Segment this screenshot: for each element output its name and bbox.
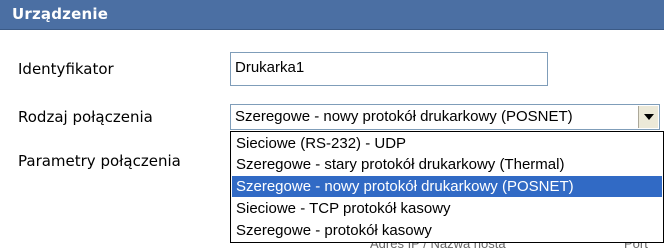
connection-type-dropdown-list[interactable]: Sieciowe (RS-232) - UDP Szeregowe - star… bbox=[230, 131, 664, 243]
dropdown-option[interactable]: Szeregowe - protokół kasowy bbox=[232, 220, 662, 241]
panel-header: Urządzenie bbox=[0, 0, 664, 30]
panel-title: Urządzenie bbox=[12, 5, 109, 23]
connection-type-label: Rodzaj połączenia bbox=[18, 108, 153, 126]
connection-type-select[interactable]: Szeregowe - nowy protokół drukarkowy (PO… bbox=[230, 104, 660, 130]
identifier-label: Identyfikator bbox=[18, 60, 114, 78]
dropdown-option-selected[interactable]: Szeregowe - nowy protokół drukarkowy (PO… bbox=[232, 176, 662, 197]
dropdown-option-label: Szeregowe - nowy protokół drukarkowy (PO… bbox=[236, 178, 574, 195]
identifier-input[interactable]: Drukarka1 bbox=[230, 52, 548, 86]
device-panel: Urządzenie Identyfikator Drukarka1 Rodza… bbox=[0, 0, 664, 251]
dropdown-toggle-button[interactable] bbox=[638, 106, 658, 128]
dropdown-option-label: Sieciowe - TCP protokół kasowy bbox=[236, 200, 451, 217]
identifier-input-value: Drukarka1 bbox=[235, 59, 305, 76]
dropdown-option[interactable]: Sieciowe - TCP protokół kasowy bbox=[232, 198, 662, 219]
chevron-down-icon bbox=[643, 114, 654, 120]
dropdown-option-label: Szeregowe - protokół kasowy bbox=[236, 222, 432, 239]
connection-type-value: Szeregowe - nowy protokół drukarkowy (PO… bbox=[235, 108, 573, 125]
dropdown-option[interactable]: Sieciowe (RS-232) - UDP bbox=[232, 133, 662, 154]
connection-params-label: Parametry połączenia bbox=[18, 152, 181, 170]
dropdown-option-label: Sieciowe (RS-232) - UDP bbox=[236, 135, 407, 152]
dropdown-option-label: Szeregowe - stary protokół drukarkowy (T… bbox=[236, 156, 565, 173]
dropdown-option[interactable]: Szeregowe - stary protokół drukarkowy (T… bbox=[232, 154, 662, 175]
